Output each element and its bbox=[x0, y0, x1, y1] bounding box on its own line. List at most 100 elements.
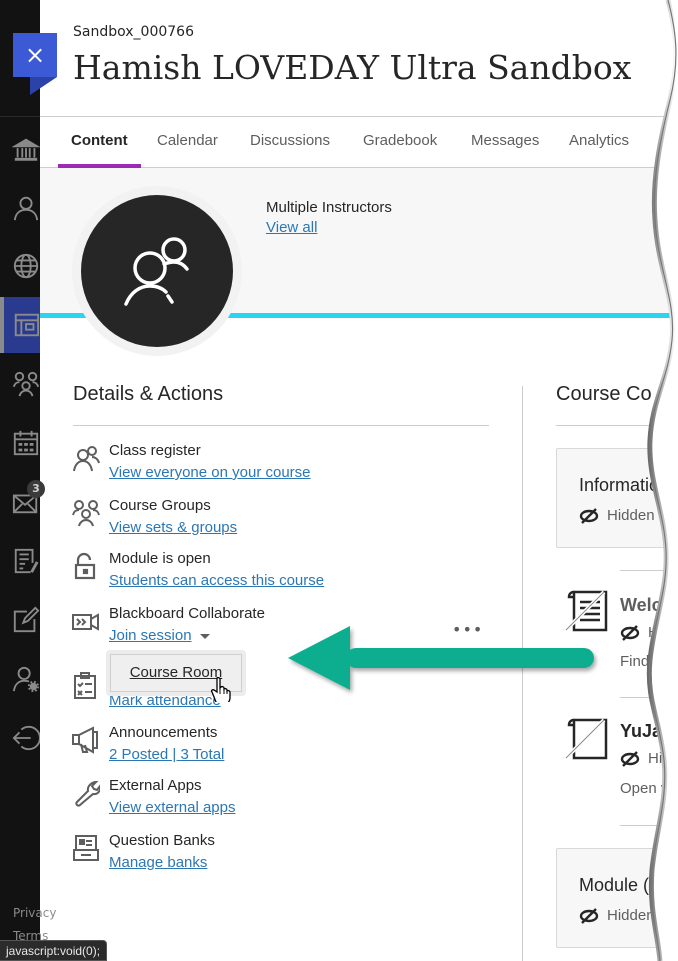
close-course-button[interactable]: × bbox=[13, 33, 57, 77]
rail-item-calendar[interactable] bbox=[0, 415, 40, 471]
rail-item-user-settings[interactable] bbox=[0, 651, 40, 707]
content-card-information[interactable]: Informatio Hidden fr bbox=[556, 448, 678, 548]
hand-cursor-icon bbox=[210, 676, 231, 702]
tab-calendar[interactable]: Calendar bbox=[157, 117, 218, 168]
visibility-label: H bbox=[648, 624, 659, 641]
close-icon: × bbox=[24, 41, 46, 69]
rail-item-institution[interactable] bbox=[0, 122, 40, 178]
privacy-link[interactable]: Privacy bbox=[13, 906, 56, 920]
wrench-icon bbox=[75, 780, 100, 807]
content-card-module[interactable]: Module ( Hidden bbox=[556, 848, 678, 948]
visibility-status[interactable]: Hidden bbox=[579, 907, 655, 924]
annotation-arrow bbox=[288, 626, 594, 690]
content-divider bbox=[556, 425, 678, 426]
course-title: Hamish LOVEDAY Ultra Sandbox bbox=[73, 48, 632, 87]
visibility-status[interactable]: H bbox=[620, 624, 659, 641]
action-title: Module is open bbox=[109, 550, 211, 567]
instructors-label: Multiple Instructors bbox=[266, 199, 392, 216]
hidden-eye-icon bbox=[620, 750, 640, 767]
view-sets-groups-link[interactable]: View sets & groups bbox=[109, 519, 237, 536]
visibility-label: Hidden fr bbox=[607, 507, 668, 524]
content-item-title[interactable]: Welc bbox=[620, 595, 662, 616]
course-room-label: Course Room bbox=[129, 664, 223, 681]
multiple-instructors-icon bbox=[124, 237, 189, 306]
hidden-eye-icon bbox=[579, 907, 599, 924]
visibility-label: Hidden bbox=[607, 907, 655, 924]
join-session-label[interactable]: Join session bbox=[109, 627, 192, 644]
action-title: Blackboard Collaborate bbox=[109, 605, 265, 622]
rail-divider bbox=[0, 116, 40, 117]
action-question-banks: Question Banks Manage banks bbox=[72, 832, 492, 878]
tab-discussions[interactable]: Discussions bbox=[250, 117, 330, 168]
visibility-status[interactable]: Hidd bbox=[620, 750, 678, 767]
tab-analytics[interactable]: Analytics bbox=[569, 117, 629, 168]
courses-icon bbox=[14, 313, 40, 337]
user-settings-icon bbox=[12, 666, 40, 693]
tab-gradebook[interactable]: Gradebook bbox=[363, 117, 437, 168]
card-title: Informatio bbox=[579, 475, 660, 495]
rail-item-messages[interactable]: 3 bbox=[0, 474, 45, 530]
action-title: Class register bbox=[109, 442, 201, 459]
profile-icon bbox=[13, 196, 39, 221]
action-announcements: Announcements 2 Posted | 3 Total bbox=[72, 724, 492, 770]
action-title: Course Groups bbox=[109, 497, 211, 514]
action-class-register: Class register View everyone on your cou… bbox=[72, 442, 492, 488]
view-everyone-link[interactable]: View everyone on your course bbox=[109, 464, 311, 481]
grades-icon bbox=[14, 548, 39, 574]
rail-item-courses[interactable] bbox=[0, 297, 40, 353]
globe-icon bbox=[13, 253, 39, 279]
course-content-heading: Course Co bbox=[556, 383, 652, 405]
rail-item-edit[interactable] bbox=[0, 592, 40, 648]
rail-item-groups[interactable] bbox=[0, 356, 40, 412]
action-title: Announcements bbox=[109, 724, 218, 741]
view-external-apps-link[interactable]: View external apps bbox=[109, 799, 235, 816]
attendance-icon bbox=[74, 672, 96, 699]
action-course-groups: Course Groups View sets & groups bbox=[72, 497, 492, 543]
hidden-eye-icon bbox=[620, 624, 640, 641]
details-actions-heading: Details & Actions bbox=[73, 383, 224, 405]
hidden-eye-icon bbox=[579, 507, 599, 524]
class-register-icon bbox=[73, 446, 100, 472]
course-tabs: Content Calendar Discussions Gradebook M… bbox=[40, 116, 678, 169]
join-session-link[interactable]: Join session bbox=[109, 627, 210, 644]
rail-item-grades[interactable] bbox=[0, 533, 40, 589]
status-bar-url: javascript:void(0); bbox=[0, 940, 108, 961]
rail-item-sign-out[interactable] bbox=[0, 710, 40, 766]
navigation-rail: 3 Privacy Terms bbox=[0, 0, 56, 961]
question-bank-icon bbox=[73, 835, 99, 861]
card-title: Module ( bbox=[579, 875, 650, 895]
megaphone-icon bbox=[72, 726, 98, 754]
action-title: Question Banks bbox=[109, 832, 215, 849]
instructor-avatar[interactable] bbox=[81, 195, 233, 347]
messages-count-badge: 3 bbox=[27, 480, 45, 498]
tab-messages[interactable]: Messages bbox=[471, 117, 539, 168]
manage-banks-link[interactable]: Manage banks bbox=[109, 854, 207, 871]
link-hidden-icon bbox=[564, 718, 608, 760]
view-all-instructors-link[interactable]: View all bbox=[266, 219, 317, 236]
rail-item-global[interactable] bbox=[0, 238, 40, 294]
tab-content[interactable]: Content bbox=[58, 117, 141, 169]
calendar-icon bbox=[13, 430, 39, 456]
course-id: Sandbox_000766 bbox=[73, 24, 194, 40]
action-module-open: Module is open Students can access this … bbox=[72, 550, 492, 596]
video-camera-icon bbox=[72, 613, 99, 631]
rail-item-profile[interactable] bbox=[0, 180, 40, 236]
chevron-down-icon[interactable] bbox=[199, 633, 210, 639]
content-item-description: Open yo bbox=[620, 780, 677, 797]
visibility-label: Hidd bbox=[648, 750, 678, 767]
arrow-shaft bbox=[346, 648, 594, 668]
institution-icon bbox=[12, 138, 40, 161]
announcements-count-link[interactable]: 2 Posted | 3 Total bbox=[109, 746, 224, 763]
action-title: External Apps bbox=[109, 777, 202, 794]
visibility-status[interactable]: Hidden fr bbox=[579, 507, 668, 524]
students-access-link[interactable]: Students can access this course bbox=[109, 572, 324, 589]
unlock-icon bbox=[74, 552, 96, 580]
content-item-divider bbox=[620, 825, 678, 826]
content-item-title[interactable]: YuJa: ( bbox=[620, 721, 678, 742]
content-item-description: Find bbox=[620, 653, 650, 670]
groups-icon bbox=[12, 371, 40, 397]
edit-icon bbox=[13, 606, 40, 633]
content-item-divider bbox=[620, 697, 678, 698]
sign-out-icon bbox=[12, 725, 40, 751]
action-external-apps: External Apps View external apps bbox=[72, 777, 492, 823]
